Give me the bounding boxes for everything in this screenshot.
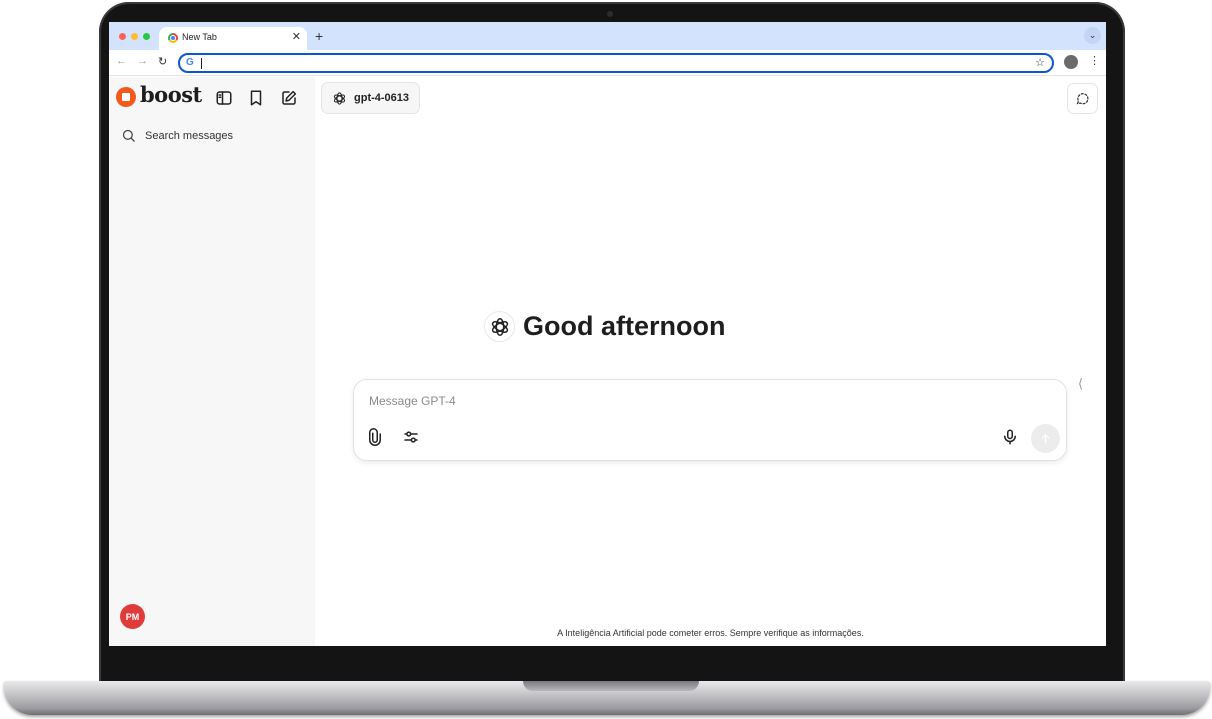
new-tab-button[interactable]: + <box>315 28 323 44</box>
close-window-button[interactable] <box>119 33 126 40</box>
settings-sliders-icon[interactable] <box>402 428 420 446</box>
search-messages[interactable]: Search messages <box>121 128 233 143</box>
openai-icon <box>333 91 346 105</box>
model-selector-button[interactable]: gpt-4-0613 <box>321 82 421 114</box>
bookmark-star-icon[interactable]: ☆ <box>1035 56 1045 69</box>
browser-toolbar: ← → ↻ G ☆ ⋮ <box>109 50 1106 76</box>
message-input[interactable] <box>369 390 969 412</box>
google-icon: G <box>186 57 194 68</box>
brand-name: boost <box>140 82 202 107</box>
window-controls <box>119 33 150 40</box>
laptop-base <box>4 681 1210 715</box>
temporary-chat-button[interactable] <box>1067 83 1098 114</box>
dashed-chat-icon <box>1076 93 1089 105</box>
sidebar-toggle-icon[interactable] <box>215 89 233 107</box>
search-icon <box>122 129 135 142</box>
text-caret <box>201 58 202 69</box>
chrome-icon <box>168 33 178 43</box>
sidebar: boost Search messages PM <box>109 77 315 646</box>
paperclip-icon[interactable] <box>366 428 384 446</box>
browser-tab[interactable]: New Tab ✕ <box>159 27 307 50</box>
back-icon[interactable]: ← <box>116 55 127 67</box>
panel-toggle-icon[interactable]: ⟨ <box>1078 376 1083 392</box>
microphone-icon[interactable] <box>1001 428 1019 446</box>
forward-icon[interactable]: → <box>137 55 148 67</box>
tab-search-button[interactable]: ⌄ <box>1084 27 1101 44</box>
browser-menu-icon[interactable]: ⋮ <box>1089 54 1100 67</box>
greeting: Good afternoon <box>484 311 725 342</box>
chat-main: gpt-4-0613 Good afternoon Message GPT-4 … <box>315 77 1106 646</box>
model-label: gpt-4-0613 <box>354 92 410 104</box>
camera <box>607 11 613 17</box>
browser-tab-bar: New Tab ✕ + ⌄ <box>109 22 1106 50</box>
minimize-window-button[interactable] <box>131 33 138 40</box>
greeting-text: Good afternoon <box>523 311 726 341</box>
profile-avatar[interactable] <box>1064 55 1078 69</box>
boost-logo-icon <box>116 87 136 107</box>
reload-icon[interactable]: ↻ <box>158 55 167 68</box>
address-bar[interactable]: G ☆ <box>178 53 1054 73</box>
bookmark-icon[interactable] <box>247 89 265 107</box>
tab-close-icon[interactable]: ✕ <box>292 30 301 43</box>
send-button[interactable] <box>1031 424 1060 453</box>
laptop-notch <box>523 681 699 691</box>
disclaimer: A Inteligência Artificial pode cometer e… <box>557 628 864 638</box>
greeting-logo <box>484 311 515 342</box>
zoom-window-button[interactable] <box>143 33 150 40</box>
arrow-up-icon <box>1041 434 1050 444</box>
openai-icon <box>491 317 508 336</box>
tab-title: New Tab <box>182 32 217 42</box>
message-composer <box>353 379 1067 461</box>
new-chat-icon[interactable] <box>280 89 298 107</box>
screen: New Tab ✕ + ⌄ ← → ↻ G ☆ ⋮ boost Search m… <box>109 22 1106 646</box>
user-avatar[interactable]: PM <box>120 604 145 629</box>
search-label: Search messages <box>145 129 234 142</box>
